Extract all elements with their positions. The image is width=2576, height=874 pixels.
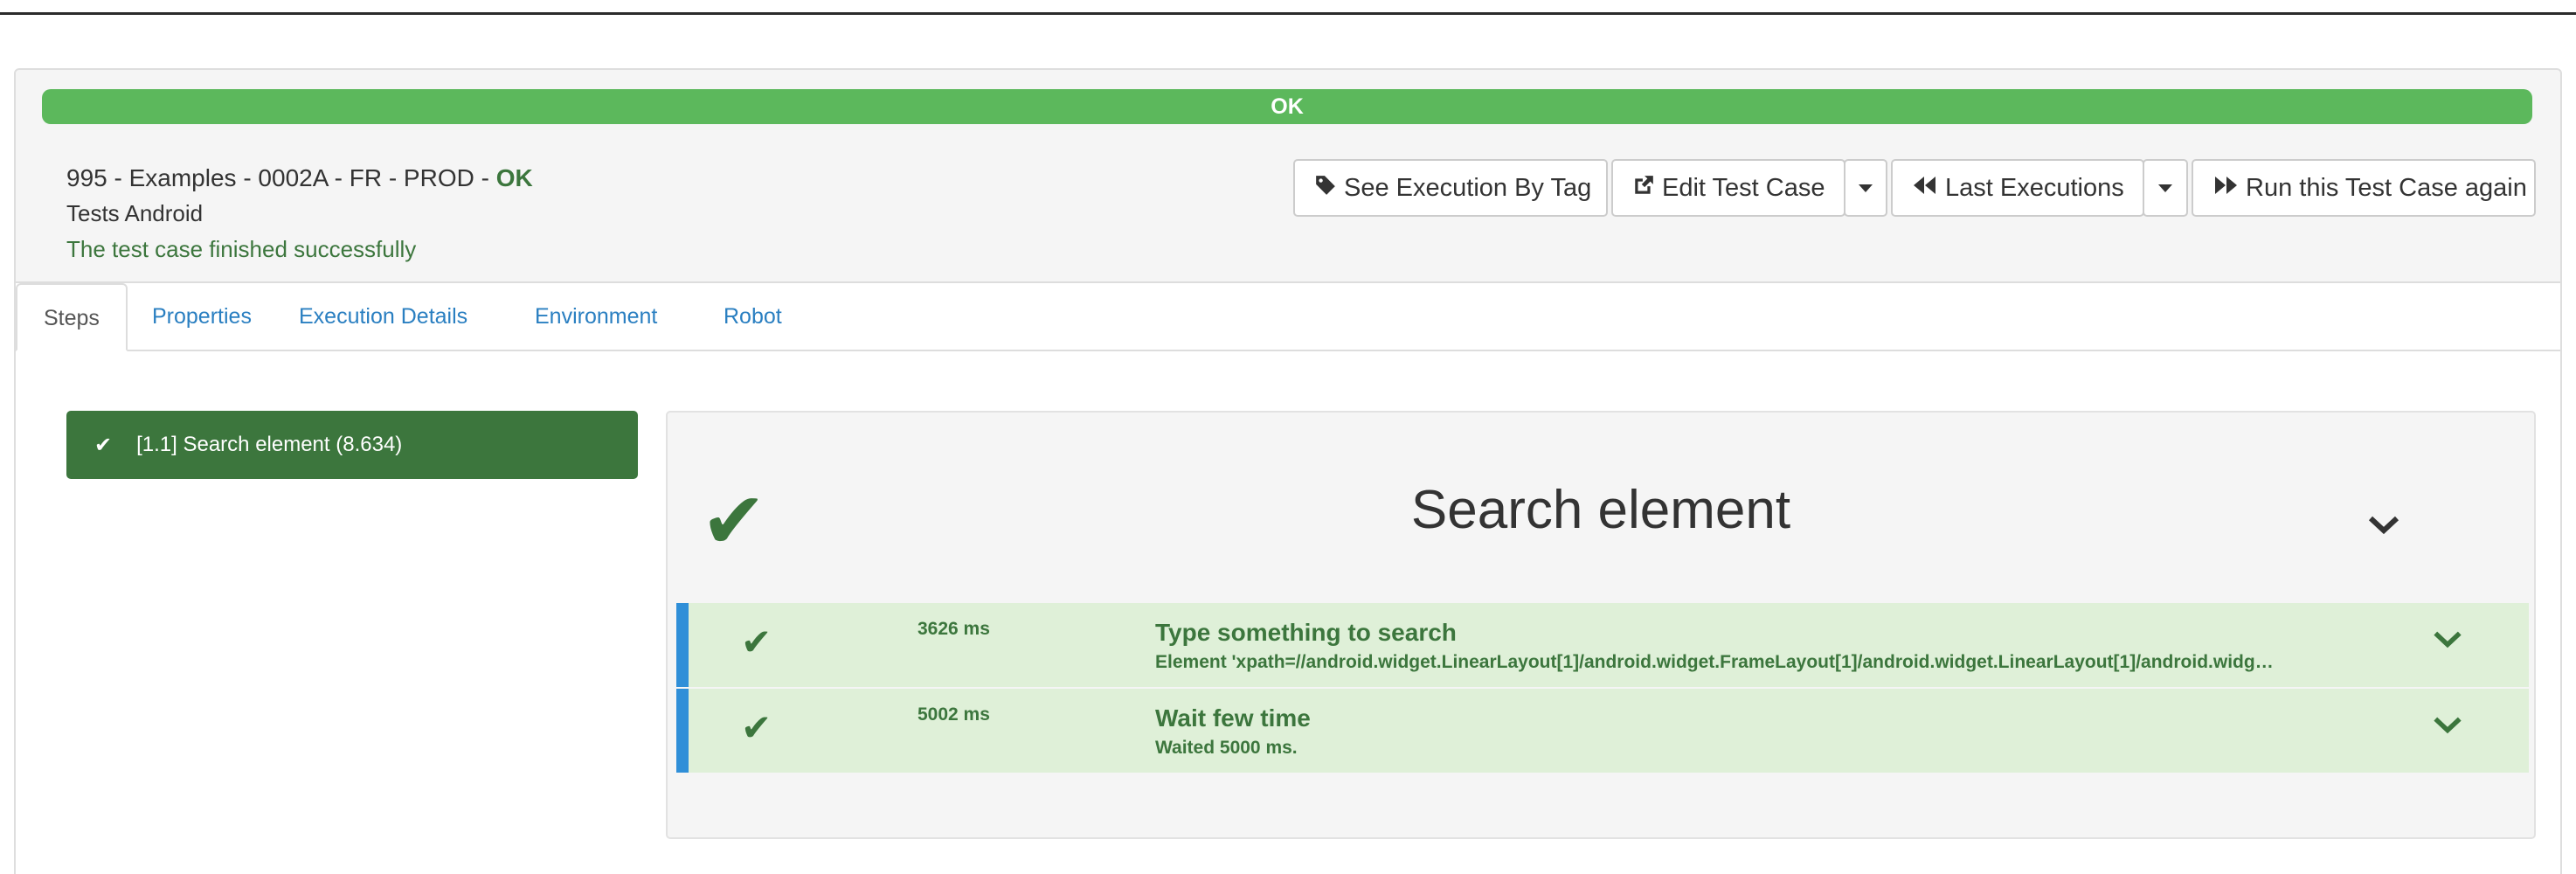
check-icon: ✔ <box>741 707 772 748</box>
run-again-button[interactable]: Run this Test Case again <box>2192 159 2536 217</box>
action-duration: 3626 ms <box>918 619 990 639</box>
tabs-area: Steps Properties Execution Details Envir… <box>16 281 2560 874</box>
tab-properties[interactable]: Properties <box>126 283 278 351</box>
edit-test-case-dropdown[interactable] <box>1844 159 1887 217</box>
action-row[interactable]: ✔ 3626 ms Type something to search Eleme… <box>676 603 2529 687</box>
step-nav-label: [1.1] Search element (8.634) <box>136 433 403 456</box>
testcase-id: 995 - Examples - 0002A - FR - PROD - <box>66 164 489 191</box>
chevron-down-icon[interactable] <box>2433 621 2462 658</box>
step-title: Search element <box>1410 480 1791 540</box>
check-icon: ✔ <box>741 621 772 662</box>
testcase-title: 995 - Examples - 0002A - FR - PROD - OK <box>66 161 533 196</box>
action-description: Waited 5000 ms. <box>1155 738 1298 758</box>
status-label: OK <box>1271 94 1304 119</box>
tag-icon <box>1314 174 1337 203</box>
last-executions-button[interactable]: Last Executions <box>1891 159 2144 217</box>
top-divider <box>0 12 2576 15</box>
action-description: Element 'xpath=//android.widget.LinearLa… <box>1155 652 2282 672</box>
step-detail-panel: ✔ Search element ✔ 3626 ms Type somethin… <box>666 411 2536 839</box>
last-executions-label: Last Executions <box>1945 173 2124 202</box>
run-again-label: Run this Test Case again <box>2246 173 2527 202</box>
see-execution-by-tag-label: See Execution By Tag <box>1344 173 1592 202</box>
action-title: Wait few time <box>1155 704 1311 732</box>
caret-down-icon <box>2158 184 2172 192</box>
edit-test-case-label: Edit Test Case <box>1662 173 1825 202</box>
tab-environment[interactable]: Environment <box>509 283 683 351</box>
chevron-down-icon[interactable] <box>2368 505 2399 545</box>
chevron-down-icon[interactable] <box>2433 706 2462 744</box>
tab-execution-details[interactable]: Execution Details <box>273 283 494 351</box>
testcase-message: The test case finished successfully <box>66 236 417 262</box>
action-duration: 5002 ms <box>918 704 990 725</box>
backward-icon <box>1912 174 1938 202</box>
testcase-application: Tests Android <box>66 200 204 226</box>
status-bar: OK <box>42 89 2532 124</box>
external-link-icon <box>1632 174 1655 203</box>
caret-down-icon <box>1859 184 1873 192</box>
step-nav-item[interactable]: ✔ [1.1] Search element (8.634) <box>66 411 638 479</box>
last-executions-dropdown[interactable] <box>2143 159 2188 217</box>
testcase-result: OK <box>495 164 533 191</box>
action-row[interactable]: ✔ 5002 ms Wait few time Waited 5000 ms. <box>676 689 2529 773</box>
check-icon: ✔ <box>94 433 113 457</box>
see-execution-by-tag-button[interactable]: See Execution By Tag <box>1293 159 1608 217</box>
testcase-header: 995 - Examples - 0002A - FR - PROD - OK … <box>66 161 533 267</box>
tab-steps[interactable]: Steps <box>16 283 128 351</box>
forward-icon <box>2212 174 2239 202</box>
tab-robot[interactable]: Robot <box>697 283 808 351</box>
edit-test-case-button[interactable]: Edit Test Case <box>1611 159 1845 217</box>
execution-panel: OK 995 - Examples - 0002A - FR - PROD - … <box>14 68 2562 874</box>
action-title: Type something to search <box>1155 619 1457 646</box>
